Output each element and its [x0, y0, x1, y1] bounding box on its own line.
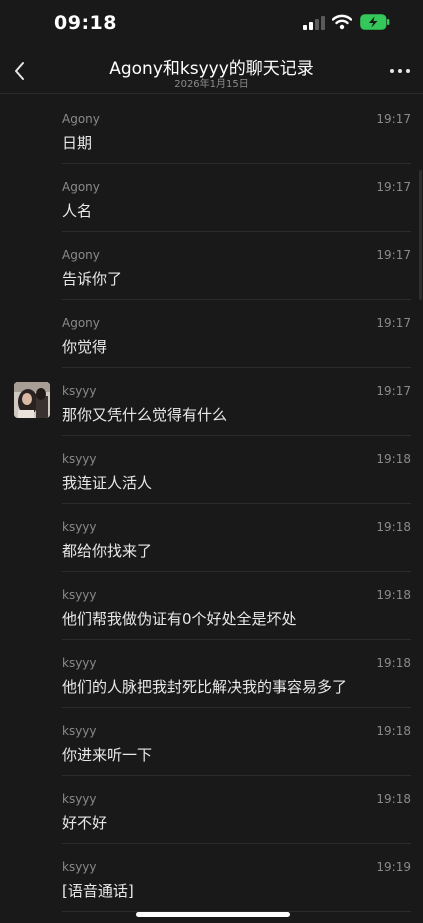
avatar-image	[14, 382, 50, 418]
message-item[interactable]: Agony 19:17 你觉得	[0, 300, 423, 368]
message-item[interactable]: ksyyy 19:18 你进来听一下	[0, 708, 423, 776]
message-text: 人名	[62, 202, 93, 220]
message-sender: ksyyy	[62, 792, 97, 806]
message-time: 19:18	[376, 588, 411, 602]
message-time: 19:19	[376, 860, 411, 874]
message-time: 19:18	[376, 520, 411, 534]
more-dots-icon[interactable]	[384, 62, 416, 80]
message-sender: Agony	[62, 316, 100, 330]
message-text: 我连证人活人	[62, 474, 153, 492]
message-sender: Agony	[62, 248, 100, 262]
message-sender: ksyyy	[62, 724, 97, 738]
message-item[interactable]: ksyyy 19:18 他们帮我做伪证有0个好处全是坏处	[0, 572, 423, 640]
message-time: 19:17	[376, 248, 411, 262]
avatar[interactable]	[14, 382, 50, 418]
message-item[interactable]: ksyyy 19:19 [语音通话]	[0, 844, 423, 912]
message-sender: Agony	[62, 180, 100, 194]
message-text: 好不好	[62, 814, 108, 832]
message-time: 19:17	[376, 180, 411, 194]
message-time: 19:18	[376, 724, 411, 738]
message-sender: ksyyy	[62, 656, 97, 670]
home-indicator[interactable]	[136, 912, 290, 917]
message-item[interactable]: Agony 19:17 日期	[0, 96, 423, 164]
message-item[interactable]: ksyyy 19:17 那你又凭什么觉得有什么	[0, 368, 423, 436]
message-text: 日期	[62, 134, 93, 152]
page-subtitle: 2026年1月15日	[174, 79, 249, 90]
message-text: 那你又凭什么觉得有什么	[62, 406, 228, 424]
message-time: 19:18	[376, 792, 411, 806]
message-text: [语音通话]	[62, 882, 134, 900]
battery-charging-icon	[360, 14, 390, 30]
message-sender: Agony	[62, 112, 100, 126]
message-text: 你进来听一下	[62, 746, 153, 764]
message-item[interactable]: Agony 19:17 人名	[0, 164, 423, 232]
signal-icon	[303, 16, 325, 30]
message-time: 19:17	[376, 384, 411, 398]
message-sender: ksyyy	[62, 588, 97, 602]
status-bar: 09:18	[0, 0, 423, 48]
message-time: 19:17	[376, 316, 411, 330]
back-arrow-icon[interactable]	[8, 56, 34, 86]
message-list[interactable]: Agony 19:17 日期 Agony 19:17 人名 Agony 19:1…	[0, 96, 423, 923]
message-text: 告诉你了	[62, 270, 123, 288]
message-time: 19:18	[376, 656, 411, 670]
message-item[interactable]: ksyyy 19:18 我连证人活人	[0, 436, 423, 504]
status-time: 09:18	[54, 12, 117, 34]
message-text: 都给你找来了	[62, 542, 153, 560]
message-text: 你觉得	[62, 338, 108, 356]
message-sender: ksyyy	[62, 860, 97, 874]
scrollbar-thumb[interactable]	[419, 170, 422, 300]
message-time: 19:17	[376, 112, 411, 126]
wifi-icon	[332, 14, 352, 30]
message-sender: ksyyy	[62, 520, 97, 534]
message-item[interactable]: ksyyy 19:18 好不好	[0, 776, 423, 844]
message-item[interactable]: ksyyy 19:18 都给你找来了	[0, 504, 423, 572]
message-sender: ksyyy	[62, 452, 97, 466]
message-item[interactable]: Agony 19:17 告诉你了	[0, 232, 423, 300]
message-text: 他们帮我做伪证有0个好处全是坏处	[62, 610, 297, 628]
message-sender: ksyyy	[62, 384, 97, 398]
message-text: 他们的人脉把我封死比解决我的事容易多了	[62, 678, 348, 696]
nav-bar: Agony和ksyyy的聊天记录 2026年1月15日	[0, 48, 423, 94]
message-item[interactable]: ksyyy 19:18 他们的人脉把我封死比解决我的事容易多了	[0, 640, 423, 708]
message-time: 19:18	[376, 452, 411, 466]
